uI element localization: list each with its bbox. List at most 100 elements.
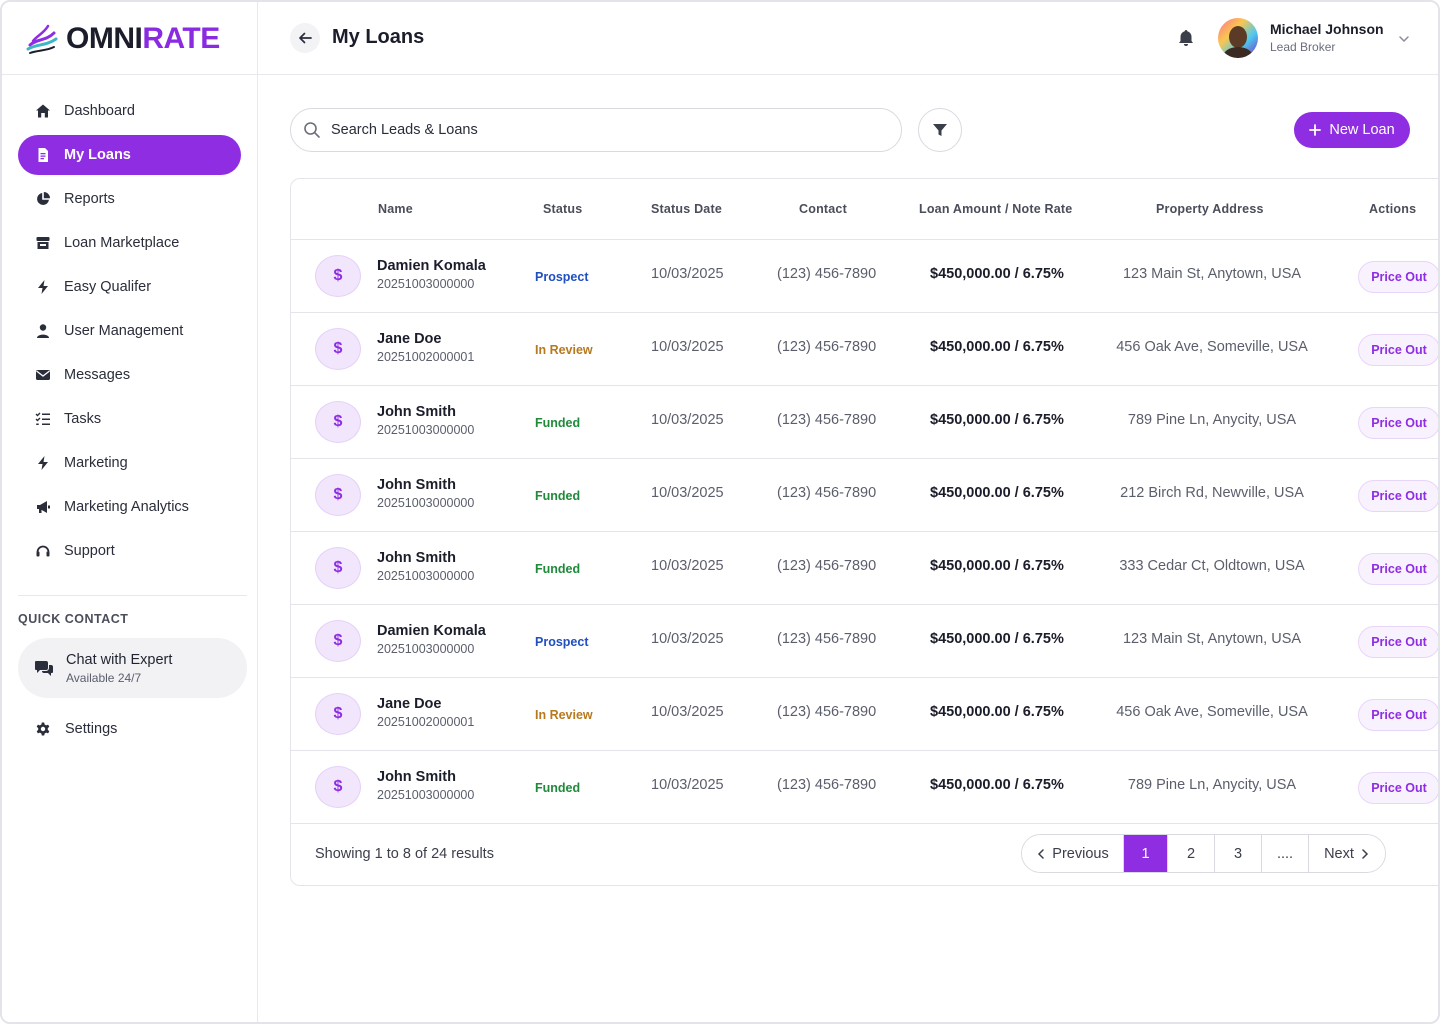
notifications-button[interactable] — [1176, 28, 1196, 53]
table-row[interactable]: $ John Smith 20251003000000 Funded 10/03… — [291, 459, 1438, 532]
back-button[interactable] — [290, 23, 320, 53]
price-out-button[interactable]: Price Out — [1358, 334, 1438, 366]
table-row[interactable]: $ Damien Komala 20251003000000 Prospect … — [291, 240, 1438, 313]
dollar-icon: $ — [315, 401, 361, 443]
sidebar-item-easy-qualifer[interactable]: Easy Qualifer — [18, 267, 241, 307]
page-button-1[interactable]: 1 — [1124, 835, 1168, 872]
user-avatar[interactable] — [1218, 18, 1258, 58]
sidebar-item-marketing[interactable]: Marketing — [18, 443, 241, 483]
sidebar-item-loan-marketplace[interactable]: Loan Marketplace — [18, 223, 241, 263]
user-icon — [34, 322, 52, 340]
avatar-body — [1223, 47, 1253, 58]
column-header-name[interactable]: Name — [378, 202, 413, 216]
chat-with-expert-card[interactable]: Chat with Expert Available 24/7 — [18, 638, 247, 698]
sidebar-item-messages[interactable]: Messages — [18, 355, 241, 395]
table-row[interactable]: $ John Smith 20251003000000 Funded 10/03… — [291, 532, 1438, 605]
user-role: Lead Broker — [1270, 40, 1336, 54]
loan-amount-rate: $450,000.00 / 6.75% — [930, 558, 1064, 574]
table-row[interactable]: $ Jane Doe 20251002000001 In Review 10/0… — [291, 678, 1438, 751]
price-out-button[interactable]: Price Out — [1358, 699, 1438, 731]
property-address: 123 Main St, Anytown, USA — [1122, 631, 1302, 647]
avatar-face — [1229, 26, 1247, 48]
table-row[interactable]: $ Damien Komala 20251003000000 Prospect … — [291, 605, 1438, 678]
megaphone-icon — [34, 498, 52, 516]
loan-id: 20251003000000 — [377, 788, 475, 802]
borrower-name: John Smith — [377, 769, 456, 785]
page-button-3[interactable]: 3 — [1215, 835, 1262, 872]
property-address: 123 Main St, Anytown, USA — [1122, 266, 1302, 282]
loan-id: 20251003000000 — [377, 642, 475, 656]
page-button-2[interactable]: 2 — [1168, 835, 1215, 872]
property-address: 789 Pine Ln, Anycity, USA — [1127, 777, 1297, 793]
property-address: 789 Pine Ln, Anycity, USA — [1127, 412, 1297, 428]
price-out-button[interactable]: Price Out — [1358, 407, 1438, 439]
user-name: Michael Johnson — [1270, 21, 1384, 37]
status-date: 10/03/2025 — [651, 558, 724, 574]
price-out-button[interactable]: Price Out — [1358, 480, 1438, 512]
user-menu-toggle[interactable] — [1398, 32, 1410, 50]
sidebar-nav: Dashboard My Loans Reports Loan Marketpl… — [18, 91, 241, 575]
arrow-left-icon — [299, 32, 312, 44]
sidebar-item-label: Messages — [64, 367, 131, 383]
table-row[interactable]: $ John Smith 20251003000000 Funded 10/03… — [291, 386, 1438, 459]
previous-page-button[interactable]: Previous — [1022, 835, 1124, 872]
page-title: My Loans — [332, 26, 425, 48]
loan-amount-rate: $450,000.00 / 6.75% — [930, 339, 1064, 355]
column-header-contact[interactable]: Contact — [799, 202, 847, 216]
bell-icon — [1179, 30, 1193, 46]
status-badge: Funded — [535, 562, 581, 576]
sidebar-item-my-loans[interactable]: My Loans — [18, 135, 241, 175]
borrower-name: John Smith — [377, 404, 456, 420]
column-header-status-date[interactable]: Status Date — [651, 202, 722, 216]
logo-divider — [2, 74, 258, 75]
sidebar-item-reports[interactable]: Reports — [18, 179, 241, 219]
sidebar-item-label: Easy Qualifer — [64, 279, 152, 295]
contact-phone: (123) 456-7890 — [777, 558, 877, 574]
filter-button[interactable] — [918, 108, 962, 152]
price-out-button[interactable]: Price Out — [1358, 553, 1438, 585]
next-page-button[interactable]: Next — [1309, 835, 1385, 872]
bolt-icon — [34, 278, 52, 296]
table-row[interactable]: $ Jane Doe 20251002000001 In Review 10/0… — [291, 313, 1438, 386]
next-label: Next — [1324, 845, 1354, 862]
search-input[interactable] — [331, 122, 871, 138]
contact-phone: (123) 456-7890 — [777, 631, 877, 647]
dollar-icon: $ — [315, 474, 361, 516]
property-address: 212 Birch Rd, Newville, USA — [1120, 485, 1304, 501]
sidebar-item-dashboard[interactable]: Dashboard — [18, 91, 241, 131]
sidebar-item-marketing-analytics[interactable]: Marketing Analytics — [18, 487, 241, 527]
top-header: My Loans Michael Johnson Lead Broker — [258, 2, 1438, 75]
page-ellipsis[interactable]: .... — [1262, 835, 1309, 872]
quick-contact-title: QUICK CONTACT — [18, 612, 129, 626]
status-date: 10/03/2025 — [651, 777, 724, 793]
sidebar-item-support[interactable]: Support — [18, 531, 241, 571]
borrower-name: Damien Komala — [377, 623, 486, 639]
column-header-address[interactable]: Property Address — [1156, 202, 1264, 216]
loan-id: 20251003000000 — [377, 277, 475, 291]
settings-link[interactable]: Settings — [35, 716, 117, 742]
loan-id: 20251002000001 — [377, 715, 475, 729]
price-out-button[interactable]: Price Out — [1358, 261, 1438, 293]
sidebar-item-tasks[interactable]: Tasks — [18, 399, 241, 439]
price-out-button[interactable]: Price Out — [1358, 626, 1438, 658]
brand-logo[interactable]: OMNIRATE — [24, 20, 220, 58]
dollar-icon: $ — [315, 328, 361, 370]
column-header-amount[interactable]: Loan Amount / Note Rate — [919, 202, 1072, 216]
status-badge: Prospect — [535, 635, 589, 649]
new-loan-button[interactable]: New Loan — [1294, 112, 1410, 148]
contact-phone: (123) 456-7890 — [777, 266, 877, 282]
status-badge: Prospect — [535, 270, 589, 284]
store-icon — [34, 234, 52, 252]
checklist-icon — [34, 410, 52, 428]
brand-name: OMNIRATE — [66, 22, 220, 56]
table-row[interactable]: $ John Smith 20251003000000 Funded 10/03… — [291, 751, 1438, 824]
column-header-status[interactable]: Status — [543, 202, 582, 216]
loan-amount-rate: $450,000.00 / 6.75% — [930, 266, 1064, 282]
search-box[interactable] — [290, 108, 902, 152]
sidebar-item-user-management[interactable]: User Management — [18, 311, 241, 351]
loan-id: 20251002000001 — [377, 350, 475, 364]
previous-label: Previous — [1052, 845, 1109, 862]
borrower-name: John Smith — [377, 477, 456, 493]
column-header-actions: Actions — [1369, 202, 1417, 216]
price-out-button[interactable]: Price Out — [1358, 772, 1438, 804]
